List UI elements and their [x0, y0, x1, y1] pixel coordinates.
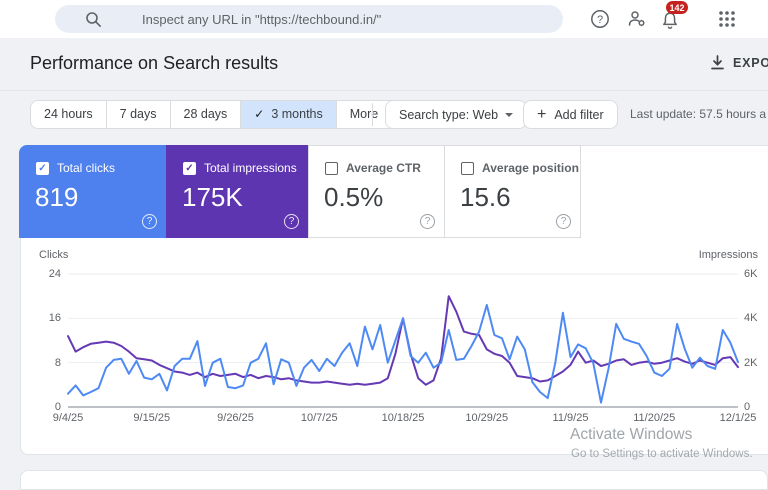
page-title: Performance on Search results — [30, 53, 279, 73]
divider — [0, 90, 768, 91]
total-impressions-line — [67, 295, 739, 386]
metric-average-position[interactable]: Average position 15.6 ? — [444, 145, 581, 238]
x-axis-label: 9/4/25 — [52, 412, 84, 424]
activate-windows-watermark: Activate Windows — [570, 426, 693, 443]
x-axis-label: 10/29/25 — [465, 412, 509, 424]
performance-line-chart[interactable] — [67, 273, 739, 408]
average-ctr-checkbox[interactable] — [325, 161, 338, 175]
right-axis-tick: 2K — [744, 356, 758, 369]
metric-tiles: ✓ Total clicks 819 ? ✓ Total impressions… — [19, 145, 581, 238]
total-impressions-checkbox[interactable]: ✓ — [183, 161, 196, 175]
plus-icon: + — [537, 105, 547, 123]
x-axis-label: 11/9/25 — [552, 412, 589, 424]
export-label: EXPORT — [733, 56, 768, 70]
total-clicks-line — [67, 304, 739, 404]
help-icon[interactable]: ? — [590, 9, 610, 29]
next-section-card — [20, 470, 768, 490]
metric-total-clicks[interactable]: ✓ Total clicks 819 ? — [19, 145, 167, 238]
apps-grid-icon[interactable] — [717, 9, 737, 29]
x-axis-label: 10/18/25 — [381, 412, 425, 424]
last-update-text: Last update: 57.5 hours a — [630, 107, 767, 121]
url-inspect-search[interactable] — [55, 5, 563, 33]
help-icon[interactable]: ? — [142, 214, 157, 229]
notifications-icon[interactable] — [660, 11, 680, 31]
metric-total-impressions[interactable]: ✓ Total impressions 175K ? — [166, 145, 309, 238]
date-range-28-days[interactable]: 28 days — [169, 101, 241, 128]
export-button[interactable]: EXPORT — [710, 55, 768, 71]
performance-card: ✓ Total clicks 819 ? ✓ Total impressions… — [19, 145, 768, 455]
chevron-down-icon — [505, 112, 514, 117]
left-axis-tick: 16 — [48, 312, 61, 325]
search-input[interactable] — [142, 11, 542, 27]
x-axis-label: 9/26/25 — [217, 412, 254, 424]
left-axis-tick: 8 — [54, 356, 61, 369]
left-axis-title: Clicks — [39, 249, 69, 261]
average-ctr-value: 0.5% — [324, 182, 384, 212]
search-icon — [86, 11, 101, 27]
date-range-3-months[interactable]: ✓ 3 months — [240, 101, 336, 128]
notification-badge: 142 — [666, 1, 688, 14]
right-axis-title: Impressions — [698, 249, 758, 261]
x-axis-label: 12/1/25 — [719, 412, 757, 424]
divider — [372, 103, 373, 126]
x-axis-label: 10/7/25 — [300, 412, 338, 424]
svg-text:?: ? — [597, 14, 603, 26]
x-axis-label: 11/20/25 — [633, 412, 676, 424]
left-axis-tick: 24 — [48, 268, 61, 280]
total-impressions-value: 175K — [182, 182, 243, 212]
date-range-24-hours[interactable]: 24 hours — [31, 101, 106, 128]
date-range-7-days[interactable]: 7 days — [105, 101, 170, 128]
help-icon[interactable]: ? — [556, 214, 571, 229]
user-settings-icon[interactable] — [627, 9, 647, 29]
add-filter-button[interactable]: + Add filter — [523, 100, 618, 129]
check-icon: ✓ — [254, 107, 265, 121]
search-type-filter[interactable]: Search type: Web — [385, 100, 528, 129]
x-axis-label: 9/15/25 — [133, 412, 171, 424]
top-bar: ? 142 — [0, 0, 768, 38]
total-clicks-value: 819 — [35, 182, 79, 212]
right-axis-tick: 6K — [744, 268, 758, 280]
activate-windows-subtext: Go to Settings to activate Windows. — [571, 448, 753, 460]
metric-average-ctr[interactable]: Average CTR 0.5% ? — [308, 145, 445, 238]
download-icon — [711, 55, 724, 70]
help-icon[interactable]: ? — [420, 214, 435, 229]
total-clicks-checkbox[interactable]: ✓ — [36, 161, 49, 175]
average-position-value: 15.6 — [460, 182, 511, 212]
average-position-checkbox[interactable] — [461, 161, 474, 175]
right-axis-tick: 4K — [744, 312, 758, 325]
date-range-group: 24 hours 7 days 28 days ✓ 3 months More — [30, 100, 408, 129]
help-icon[interactable]: ? — [284, 214, 299, 229]
